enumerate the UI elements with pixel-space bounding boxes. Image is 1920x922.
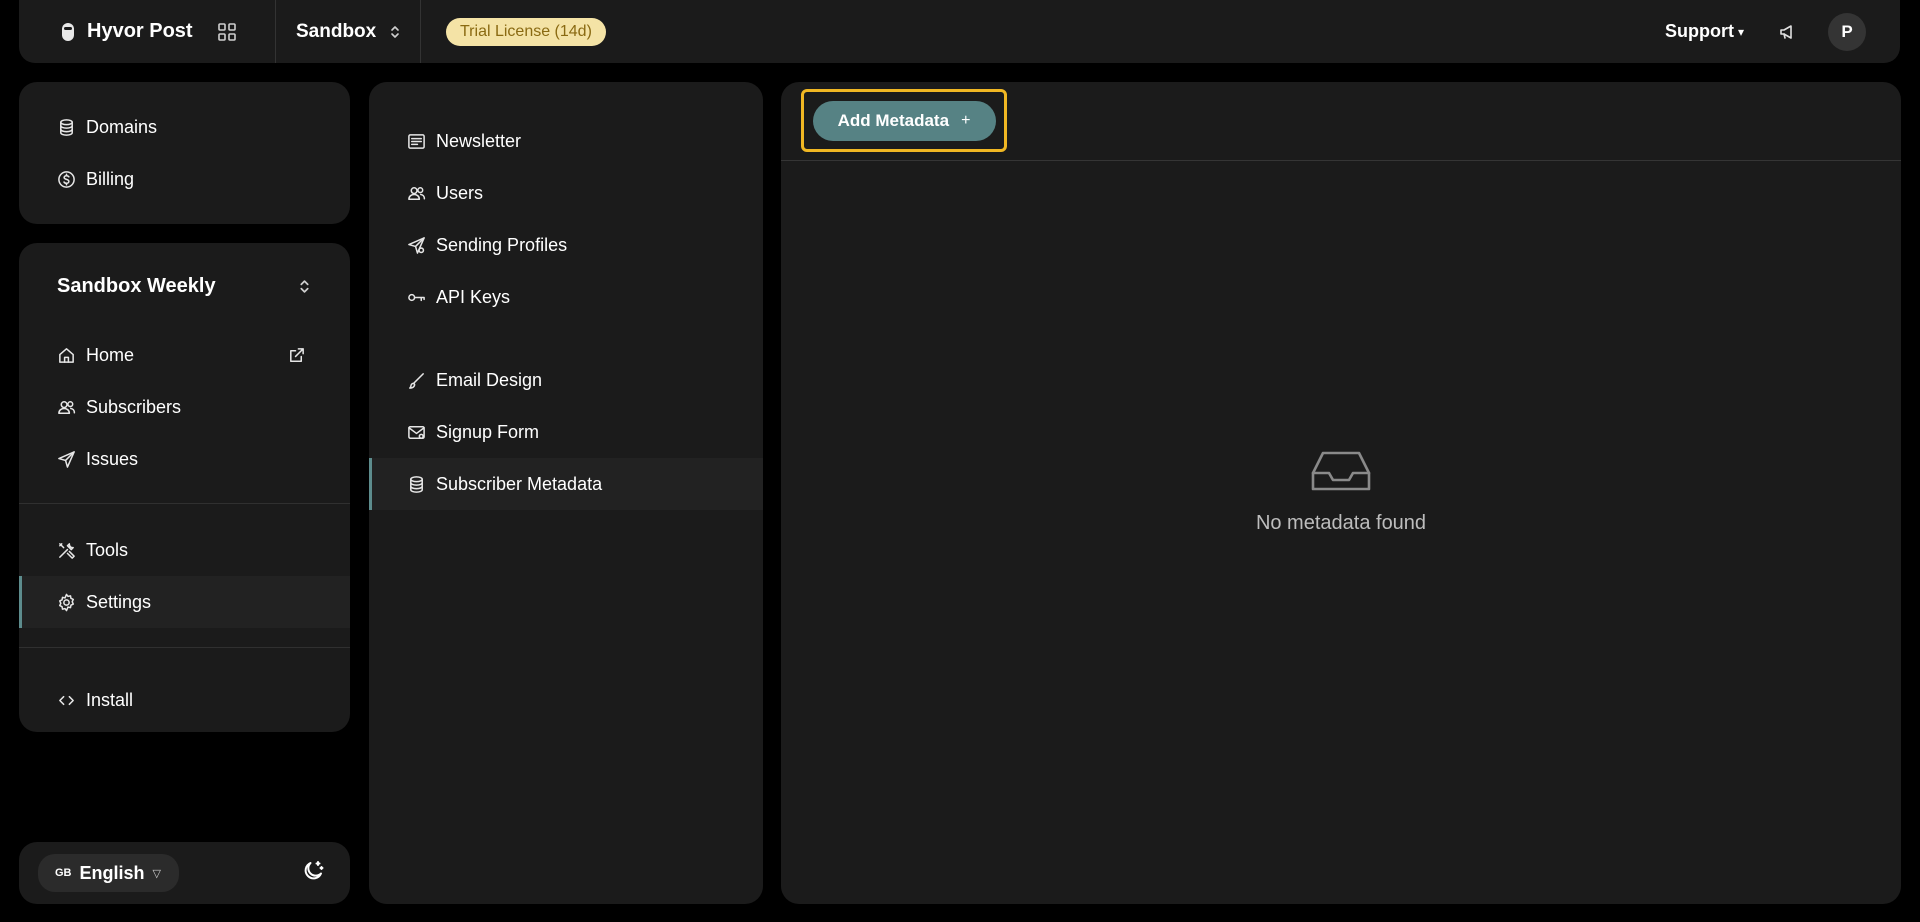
sidebar-item-label: Home bbox=[86, 344, 135, 365]
project-nav-panel: Sandbox Weekly Home Subscribers Issues T… bbox=[19, 243, 350, 732]
apps-grid-icon[interactable] bbox=[217, 22, 237, 42]
sidebar-item-subscribers[interactable]: Subscribers bbox=[19, 381, 350, 433]
newsletter-icon bbox=[407, 132, 426, 151]
settings-item-sending-profiles[interactable]: Sending Profiles bbox=[369, 219, 763, 271]
gb-flag-icon: GB bbox=[55, 867, 72, 879]
avatar[interactable]: P bbox=[1828, 12, 1866, 51]
settings-item-label: Email Design bbox=[436, 369, 543, 390]
sidebar-item-home[interactable]: Home bbox=[19, 329, 350, 381]
project-name: Sandbox Weekly bbox=[57, 274, 216, 297]
hyvor-logo-icon bbox=[59, 21, 77, 43]
envelope-icon bbox=[407, 423, 426, 442]
add-metadata-label: Add Metadata bbox=[837, 110, 950, 130]
external-link-icon[interactable] bbox=[287, 346, 306, 365]
settings-item-label: Signup Form bbox=[436, 421, 540, 442]
divider bbox=[19, 647, 350, 648]
language-selector[interactable]: GB English ▽ bbox=[38, 854, 179, 892]
avatar-initial: P bbox=[1841, 21, 1853, 41]
caret-down-icon: ▽ bbox=[152, 867, 161, 880]
sidebar-item-label: Domains bbox=[86, 116, 158, 137]
sidebar-item-label: Settings bbox=[86, 591, 152, 612]
brush-icon bbox=[407, 371, 426, 390]
workspace-name: Sandbox bbox=[296, 20, 377, 42]
chevron-up-down-icon bbox=[388, 25, 402, 39]
users-icon bbox=[57, 398, 76, 417]
main-content-panel: Add Metadata + No metadata found bbox=[781, 82, 1901, 904]
sidebar-item-domains[interactable]: Domains bbox=[19, 101, 350, 153]
sidebar-item-billing[interactable]: Billing bbox=[19, 153, 350, 205]
gear-icon bbox=[57, 593, 76, 612]
inbox-icon bbox=[1309, 449, 1373, 493]
brand: Hyvor Post bbox=[19, 0, 276, 63]
settings-item-label: Users bbox=[436, 182, 484, 203]
top-bar: Hyvor Post Sandbox Trial License (14d) S… bbox=[19, 0, 1900, 63]
dollar-circle-icon bbox=[57, 170, 76, 189]
key-icon bbox=[407, 288, 426, 307]
empty-state-text: No metadata found bbox=[1255, 512, 1427, 534]
sidebar-item-install[interactable]: Install bbox=[19, 674, 350, 726]
settings-item-label: Sending Profiles bbox=[436, 234, 568, 255]
database-icon bbox=[407, 475, 426, 494]
empty-state: No metadata found bbox=[781, 449, 1901, 535]
settings-item-label: Subscriber Metadata bbox=[436, 473, 603, 494]
account-nav-panel: Domains Billing bbox=[19, 82, 350, 224]
sidebar-item-issues[interactable]: Issues bbox=[19, 433, 350, 485]
settings-item-label: Newsletter bbox=[436, 130, 522, 151]
footer-panel: GB English ▽ bbox=[19, 842, 350, 904]
sidebar-item-tools[interactable]: Tools bbox=[19, 524, 350, 576]
divider bbox=[19, 503, 350, 504]
home-icon bbox=[57, 346, 76, 365]
settings-item-api-keys[interactable]: API Keys bbox=[369, 271, 763, 323]
workspace-switcher[interactable]: Sandbox bbox=[276, 0, 421, 63]
settings-item-label: API Keys bbox=[436, 286, 511, 307]
tools-icon bbox=[57, 541, 76, 560]
code-icon bbox=[57, 691, 76, 710]
sidebar-item-label: Issues bbox=[86, 448, 139, 469]
moon-icon[interactable] bbox=[301, 859, 325, 888]
language-label: English bbox=[79, 862, 145, 883]
settings-item-users[interactable]: Users bbox=[369, 167, 763, 219]
settings-nav-panel: Newsletter Users Sending Profiles API Ke… bbox=[369, 82, 763, 904]
send-icon bbox=[407, 236, 426, 255]
sidebar-item-label: Billing bbox=[86, 168, 135, 189]
trial-license-badge[interactable]: Trial License (14d) bbox=[446, 17, 606, 46]
sidebar-item-label: Subscribers bbox=[86, 396, 182, 417]
sidebar-item-settings[interactable]: Settings bbox=[19, 576, 350, 628]
sidebar-item-label: Install bbox=[86, 689, 134, 710]
settings-item-newsletter[interactable]: Newsletter bbox=[369, 115, 763, 167]
support-label: Support bbox=[1664, 21, 1734, 41]
brand-name: Hyvor Post bbox=[87, 20, 193, 42]
chevron-up-down-icon bbox=[297, 279, 312, 294]
add-metadata-button[interactable]: Add Metadata + bbox=[812, 100, 996, 141]
add-metadata-highlight: Add Metadata + bbox=[801, 89, 1007, 152]
support-menu[interactable]: Support ▾ bbox=[1665, 21, 1744, 42]
database-icon bbox=[57, 118, 76, 137]
send-icon bbox=[57, 450, 76, 469]
plus-icon: + bbox=[961, 111, 971, 129]
project-switcher[interactable]: Sandbox Weekly bbox=[19, 243, 350, 329]
toolbar: Add Metadata + bbox=[781, 82, 1901, 161]
users-icon bbox=[407, 184, 426, 203]
settings-item-signup-form[interactable]: Signup Form bbox=[369, 406, 763, 458]
settings-item-subscriber-metadata[interactable]: Subscriber Metadata bbox=[369, 458, 763, 510]
megaphone-icon[interactable] bbox=[1778, 22, 1798, 42]
settings-item-email-design[interactable]: Email Design bbox=[369, 354, 763, 406]
sidebar-item-label: Tools bbox=[86, 539, 129, 560]
caret-down-icon: ▾ bbox=[1737, 24, 1744, 39]
